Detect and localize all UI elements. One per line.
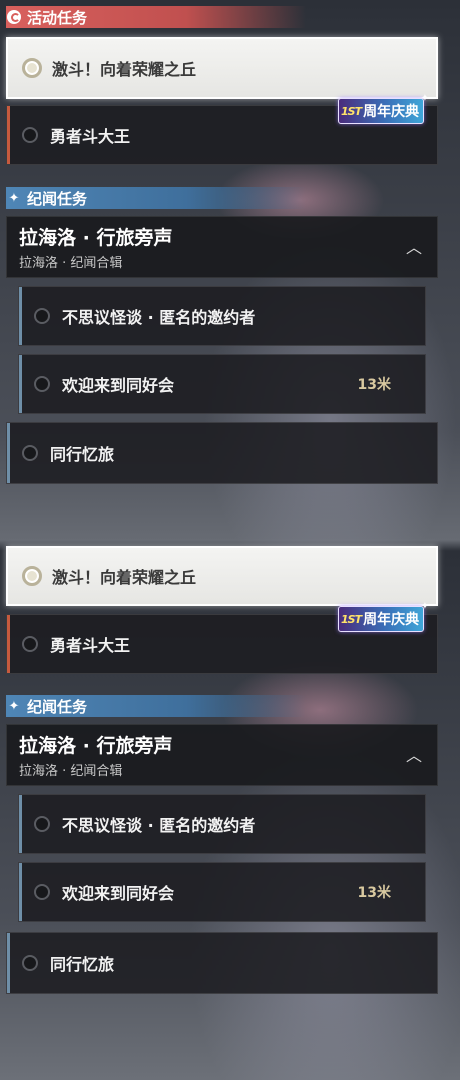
radio-circle-icon [22,566,42,586]
sparkle-icon: ✦ [8,698,20,714]
radio-circle-icon [34,816,50,832]
quest-group-header[interactable]: 拉海洛 · 行旅旁声 拉海洛 · 纪闻合辑 ︿ [6,724,438,786]
radio-circle-icon [34,308,50,324]
group-subtitle: 拉海洛 · 纪闻合辑 [19,764,123,779]
quest-accent-bar [19,287,22,345]
subquest-card[interactable]: 欢迎来到同好会 13米 [18,862,426,922]
chronicle-header-label: 纪闻任务 [27,697,88,716]
quest-accent-bar [19,863,22,921]
chevron-up-icon[interactable]: ︿ [403,743,425,765]
group-subtitle: 拉海洛 · 纪闻合辑 [19,256,123,271]
chronicle-header-label: 纪闻任务 [27,189,88,208]
quest-label: 激斗！向着荣耀之丘 [52,568,197,587]
quest-tracker-panel-2: 激斗！向着荣耀之丘 勇者斗大王 1ST 周年庆典 ✦ ✦ 纪闻任务 拉海洛 · … [0,540,460,1080]
sparkle-icon: ✦ [420,93,430,104]
subquest-card[interactable]: 不思议怪谈 · 匿名的邀约者 [18,286,426,346]
chevron-up-icon[interactable]: ︿ [403,235,425,257]
chronicle-quests-header[interactable]: ✦ 纪闻任务 [6,695,306,717]
activity-header-label: 活动任务 [27,8,88,27]
quest-label: 勇者斗大王 [50,636,131,655]
quest-accent-bar [7,106,10,164]
quest-accent-bar [19,795,22,853]
subquest-card[interactable]: 欢迎来到同好会 13米 [18,354,426,414]
badge-label: 周年庆典 [363,104,420,120]
quest-label: 不思议怪谈 · 匿名的邀约者 [62,308,256,327]
quest-distance: 13米 [357,377,391,393]
quest-active-card[interactable]: 激斗！向着荣耀之丘 [6,37,438,99]
quest-card[interactable]: 同行忆旅 [6,932,438,994]
radio-circle-icon [34,884,50,900]
sparkle-icon: ✦ [420,601,430,612]
quest-active-card[interactable]: 激斗！向着荣耀之丘 [6,546,438,606]
quest-label: 同行忆旅 [50,955,115,974]
quest-label: 不思议怪谈 · 匿名的邀约者 [62,816,256,835]
radio-circle-icon [22,58,42,78]
anniversary-badge: 1ST 周年庆典 ✦ [338,601,429,632]
quest-distance: 13米 [357,885,391,901]
quest-tracker-panel-1: 活动任务 激斗！向着荣耀之丘 勇者斗大王 1ST 周年庆典 ✦ ✦ 纪闻任务 拉… [0,0,460,540]
badge-label: 周年庆典 [363,612,420,628]
quest-label: 同行忆旅 [50,445,115,464]
group-title: 拉海洛 · 行旅旁声 [19,735,173,757]
quest-accent-bar [19,355,22,413]
quest-label: 激斗！向着荣耀之丘 [52,60,197,79]
radio-circle-icon [34,376,50,392]
restart-icon [6,9,22,25]
first-anniversary-icon: 1ST [341,612,362,626]
quest-label: 勇者斗大王 [50,127,131,146]
subquest-card[interactable]: 不思议怪谈 · 匿名的邀约者 [18,794,426,854]
chronicle-quests-header[interactable]: ✦ 纪闻任务 [6,187,306,209]
radio-circle-icon [22,955,38,971]
quest-accent-bar [7,423,10,483]
activity-quests-header[interactable]: 活动任务 [6,6,306,28]
quest-label: 欢迎来到同好会 [62,376,175,395]
radio-circle-icon [22,636,38,652]
quest-accent-bar [7,933,10,993]
quest-group-header[interactable]: 拉海洛 · 行旅旁声 拉海洛 · 纪闻合辑 ︿ [6,216,438,278]
quest-accent-bar [7,615,10,673]
first-anniversary-icon: 1ST [341,104,362,118]
group-title: 拉海洛 · 行旅旁声 [19,227,173,249]
anniversary-badge: 1ST 周年庆典 ✦ [338,93,429,124]
sparkle-icon: ✦ [8,190,20,206]
quest-label: 欢迎来到同好会 [62,884,175,903]
radio-circle-icon [22,127,38,143]
radio-circle-icon [22,445,38,461]
quest-card[interactable]: 同行忆旅 [6,422,438,484]
